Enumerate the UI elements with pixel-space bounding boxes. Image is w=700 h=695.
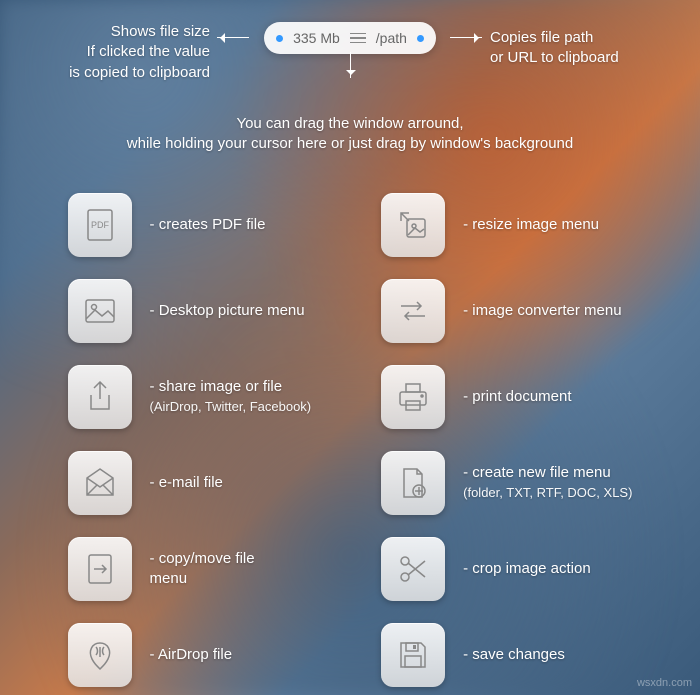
mail-label: - e-mail file xyxy=(150,473,223,493)
save-item: - save changes xyxy=(381,623,632,687)
airdrop-item: - AirDrop file xyxy=(68,623,312,687)
crop-icon xyxy=(395,551,431,587)
watermark: wsxdn.com xyxy=(637,677,692,689)
resize-icon xyxy=(395,207,431,243)
convert-item: - image converter menu xyxy=(381,279,632,343)
arrow-right-icon xyxy=(450,37,482,38)
picture-label: - Desktop picture menu xyxy=(150,301,305,321)
print-icon xyxy=(395,379,431,415)
crop-button[interactable] xyxy=(381,537,445,601)
move-icon xyxy=(82,551,118,587)
crop-item: - crop image action xyxy=(381,537,632,601)
pdf-label: - creates PDF file xyxy=(150,215,266,235)
share-label: - share image or file (AirDrop, Twitter,… xyxy=(150,377,312,416)
move-button[interactable] xyxy=(68,537,132,601)
icon-grid: PDF - creates PDF file - Desktop picture… xyxy=(0,193,700,687)
header-area: Shows file size If clicked the value is … xyxy=(0,0,700,54)
pdf-icon: PDF xyxy=(82,207,118,243)
picture-button[interactable] xyxy=(68,279,132,343)
mail-item: - e-mail file xyxy=(68,451,312,515)
arrow-left-icon xyxy=(217,37,249,38)
right-column: - resize image menu - image converter me… xyxy=(381,193,632,687)
picture-item: - Desktop picture menu xyxy=(68,279,312,343)
dot-icon xyxy=(276,35,283,42)
filesize-description: Shows file size If clicked the value is … xyxy=(69,22,210,83)
save-label: - save changes xyxy=(463,645,565,665)
newfile-button[interactable] xyxy=(381,451,445,515)
drag-instructions: You can drag the window arround, while h… xyxy=(0,114,700,155)
airdrop-button[interactable] xyxy=(68,623,132,687)
resize-item: - resize image menu xyxy=(381,193,632,257)
drag-handle-icon[interactable] xyxy=(350,33,366,44)
airdrop-label: - AirDrop file xyxy=(150,645,233,665)
resize-button[interactable] xyxy=(381,193,445,257)
filesize-value[interactable]: 335 Mb xyxy=(293,30,340,46)
crop-label: - crop image action xyxy=(463,559,591,579)
print-item: - print document xyxy=(381,365,632,429)
mail-icon xyxy=(82,465,118,501)
path-description: Copies file path or URL to clipboard xyxy=(490,28,619,69)
mail-button[interactable] xyxy=(68,451,132,515)
save-button[interactable] xyxy=(381,623,445,687)
save-icon xyxy=(395,637,431,673)
share-icon xyxy=(82,379,118,415)
newfile-item: - create new file menu (folder, TXT, RTF… xyxy=(381,451,632,515)
pdf-button[interactable]: PDF xyxy=(68,193,132,257)
path-value[interactable]: /path xyxy=(376,30,407,46)
status-pill[interactable]: 335 Mb /path xyxy=(264,22,436,54)
move-label: - copy/move file menu xyxy=(150,549,255,588)
newfile-label: - create new file menu (folder, TXT, RTF… xyxy=(463,463,632,502)
share-button[interactable] xyxy=(68,365,132,429)
convert-button[interactable] xyxy=(381,279,445,343)
left-column: PDF - creates PDF file - Desktop picture… xyxy=(68,193,312,687)
print-label: - print document xyxy=(463,387,571,407)
convert-label: - image converter menu xyxy=(463,301,621,321)
print-button[interactable] xyxy=(381,365,445,429)
svg-text:PDF: PDF xyxy=(91,220,110,230)
convert-icon xyxy=(395,293,431,329)
dot-icon xyxy=(417,35,424,42)
move-item: - copy/move file menu xyxy=(68,537,312,601)
newfile-icon xyxy=(395,465,431,501)
pdf-item: PDF - creates PDF file xyxy=(68,193,312,257)
share-item: - share image or file (AirDrop, Twitter,… xyxy=(68,365,312,429)
arrow-down-icon xyxy=(350,52,351,78)
airdrop-icon xyxy=(82,637,118,673)
picture-icon xyxy=(82,293,118,329)
resize-label: - resize image menu xyxy=(463,215,599,235)
